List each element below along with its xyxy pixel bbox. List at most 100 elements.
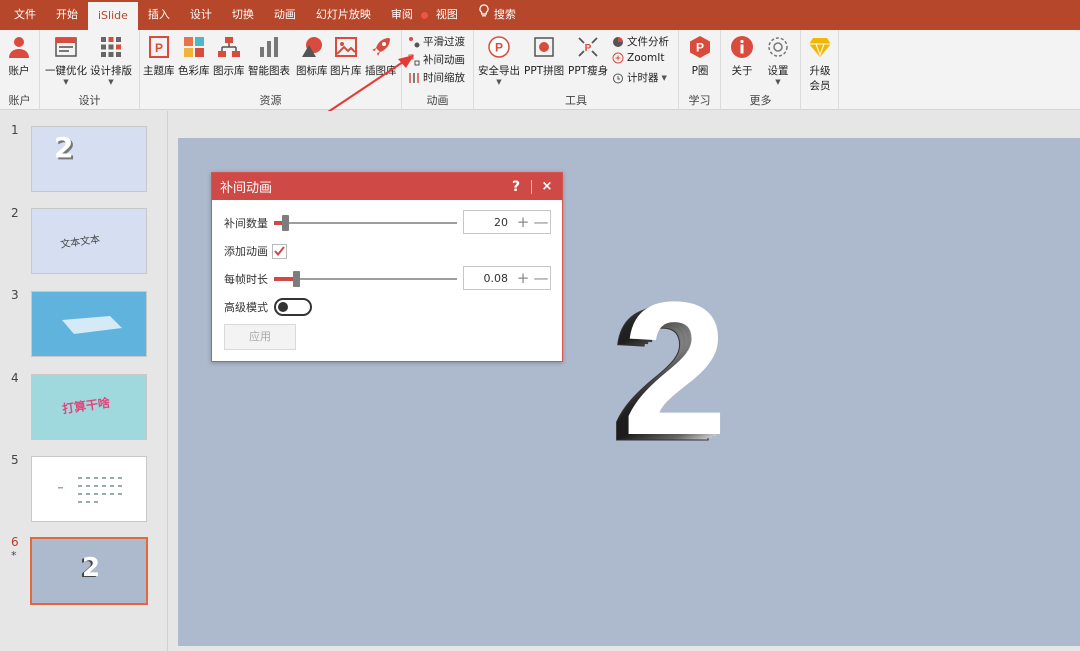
tab-file[interactable]: 文件 [0, 0, 46, 30]
tab-insert[interactable]: 插入 [138, 0, 180, 30]
smooth-transition-button[interactable]: 平滑过渡 [408, 34, 465, 49]
plus-icon[interactable]: + [514, 212, 532, 232]
slide-thumbnail-4[interactable]: 打算干啥 [31, 374, 147, 440]
slide-thumbnail-5[interactable] [31, 456, 147, 522]
slide-number: 4 [11, 371, 19, 385]
slide-number: 2 [11, 206, 19, 220]
one-click-optimize-button[interactable]: 一键优化 ▼ [45, 34, 87, 86]
frame-duration-stepper[interactable]: 0.08 + — [463, 266, 551, 290]
close-icon[interactable]: × [538, 179, 556, 194]
group-tools: P 安全导出 ▼ PPT拼图 P PPT瘦身 文件分析 ZoomIt 计时器 ▼… [474, 30, 679, 110]
zoom-plus-icon [612, 52, 624, 64]
tell-me-search[interactable]: 搜索 [468, 0, 526, 30]
slide-number: 3 [11, 288, 19, 302]
slider-fill [274, 221, 282, 225]
minus-icon[interactable]: — [532, 268, 550, 288]
svg-text:2: 2 [622, 268, 728, 458]
clock-icon [612, 72, 624, 84]
lightbulb-icon [478, 0, 490, 30]
color-library-button[interactable]: 色彩库 [178, 34, 210, 78]
export-icon: P [486, 34, 512, 60]
checkmark-icon [274, 246, 285, 256]
zoomit-button[interactable]: ZoomIt [612, 52, 664, 64]
chevron-down-icon: ▼ [661, 73, 667, 82]
tab-review[interactable]: 审阅 [381, 0, 423, 30]
slide-number-active: 6 [11, 535, 19, 549]
dialog-title-bar[interactable]: 补间动画 ? × [212, 173, 562, 200]
toggle-knob [278, 302, 288, 312]
advanced-mode-toggle[interactable] [274, 298, 312, 316]
ppt-collage-button[interactable]: PPT拼图 [524, 34, 564, 78]
slide-thumbnails-panel[interactable]: 1 2 2 文本文本 3 4 打算干啥 5 6 * 2 [0, 111, 168, 651]
slider-handle[interactable] [293, 271, 300, 287]
chevron-down-icon: ▼ [108, 78, 114, 86]
tab-islide[interactable]: iSlide [88, 2, 138, 30]
slim-icon: P [575, 34, 601, 60]
group-label-design: 设计 [78, 94, 101, 107]
tab-home[interactable]: 开始 [46, 0, 88, 30]
pie-chart-icon [612, 36, 624, 48]
chevron-down-icon: ▼ [496, 78, 502, 86]
svg-text:P: P [155, 41, 163, 55]
slide-big-number[interactable]: 2 2 2 2 [608, 268, 738, 458]
gear-icon [765, 34, 791, 60]
svg-text:P: P [585, 43, 592, 54]
slide-thumbnail-6[interactable]: 2 [30, 537, 148, 605]
tween-count-slider[interactable] [274, 215, 457, 231]
p-circle-icon: P [687, 34, 713, 60]
user-icon [6, 34, 32, 60]
tab-transitions[interactable]: 切换 [222, 0, 264, 30]
add-animation-checkbox[interactable] [272, 243, 287, 259]
tab-animations[interactable]: 动画 [264, 0, 306, 30]
svg-text:P: P [495, 41, 503, 55]
tween-count-value[interactable]: 20 [464, 216, 514, 229]
upgrade-member-button[interactable]: 升级 会员 [807, 34, 833, 93]
tab-design[interactable]: 设计 [180, 0, 222, 30]
tab-view[interactable]: 视图 [434, 0, 468, 30]
title-separator [531, 179, 532, 194]
search-label: 搜索 [493, 8, 516, 21]
notification-dot [420, 11, 428, 19]
settings-button[interactable]: 设置 ▼ [765, 34, 791, 86]
diagram-library-button[interactable]: 图示库 [213, 34, 245, 78]
tween-count-label: 补间数量 [224, 217, 268, 230]
ribbon-tab-bar: 文件 开始 iSlide 插入 设计 切换 动画 幻灯片放映 审阅 视图 搜索 [0, 0, 1080, 30]
tab-slideshow[interactable]: 幻灯片放映 [306, 0, 381, 30]
about-button[interactable]: 关于 [729, 34, 755, 78]
group-label-account: 账户 [8, 94, 31, 107]
add-animation-label: 添加动画 [224, 245, 268, 258]
smart-chart-button[interactable]: 智能图表 [248, 34, 290, 78]
svg-text:P: P [696, 41, 704, 55]
slide-animation-star: * [11, 549, 17, 562]
bar-chart-icon [256, 34, 282, 60]
account-button[interactable]: 账户 [6, 34, 32, 78]
slide-number: 1 [11, 123, 19, 137]
group-label-tools: 工具 [565, 94, 587, 107]
frame-duration-value[interactable]: 0.08 [464, 272, 514, 285]
slide-thumbnail-3[interactable] [31, 291, 147, 357]
group-upgrade: 升级 会员 [801, 30, 839, 110]
group-label-more: 更多 [749, 94, 772, 107]
frame-duration-slider[interactable] [274, 271, 457, 287]
p-circle-button[interactable]: P P圈 [687, 34, 713, 78]
group-design: 一键优化 ▼ 设计排版 ▼ 设计 [40, 30, 140, 110]
slide-number: 5 [11, 453, 19, 467]
apply-button[interactable]: 应用 [224, 324, 296, 350]
ppt-slim-button[interactable]: P PPT瘦身 [568, 34, 608, 78]
slide-thumbnail-2[interactable]: 文本文本 [31, 208, 147, 274]
advanced-mode-row: 高级模式 [224, 298, 312, 316]
file-analysis-button[interactable]: 文件分析 [612, 34, 669, 49]
grid-layout-icon [98, 34, 124, 60]
chevron-down-icon: ▼ [63, 78, 69, 86]
plus-icon[interactable]: + [514, 268, 532, 288]
design-layout-button[interactable]: 设计排版 ▼ [90, 34, 132, 86]
keyboard-illustration [62, 316, 122, 334]
safe-export-button[interactable]: P 安全导出 ▼ [478, 34, 520, 86]
timer-button[interactable]: 计时器 ▼ [612, 70, 667, 85]
minus-icon[interactable]: — [532, 212, 550, 232]
help-icon[interactable]: ? [507, 179, 525, 195]
tween-count-stepper[interactable]: 20 + — [463, 210, 551, 234]
slide-thumbnail-1[interactable]: 2 [31, 126, 147, 192]
theme-library-button[interactable]: P 主题库 [143, 34, 175, 78]
slider-handle[interactable] [282, 215, 289, 231]
